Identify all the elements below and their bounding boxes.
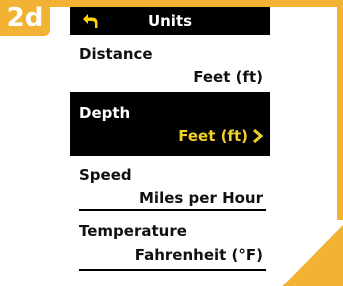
row-value-distance: Feet (ft) [193,68,263,86]
row-value-speed: Miles per Hour [139,189,263,207]
chevron-right-icon [253,128,264,144]
units-row-temperature[interactable]: Temperature Fahrenheit (°F) [70,213,270,275]
title-bar: Units [70,7,270,35]
screen-title: Units [147,12,193,30]
step-badge: 2d [0,0,50,36]
row-divider [79,209,266,211]
row-value-temperature: Fahrenheit (°F) [134,246,263,264]
row-label-temperature: Temperature [79,222,187,240]
row-label-depth: Depth [79,104,131,122]
device-screen: Units Distance Feet (ft) Depth Feet (ft)… [70,7,270,275]
units-row-distance[interactable]: Distance Feet (ft) [70,35,270,92]
row-label-speed: Speed [79,166,132,184]
row-label-distance: Distance [79,45,153,63]
row-value-depth: Feet (ft) [178,127,248,145]
units-row-speed[interactable]: Speed Miles per Hour [70,156,270,213]
units-row-depth[interactable]: Depth Feet (ft) [70,92,270,156]
row-divider [79,269,266,271]
